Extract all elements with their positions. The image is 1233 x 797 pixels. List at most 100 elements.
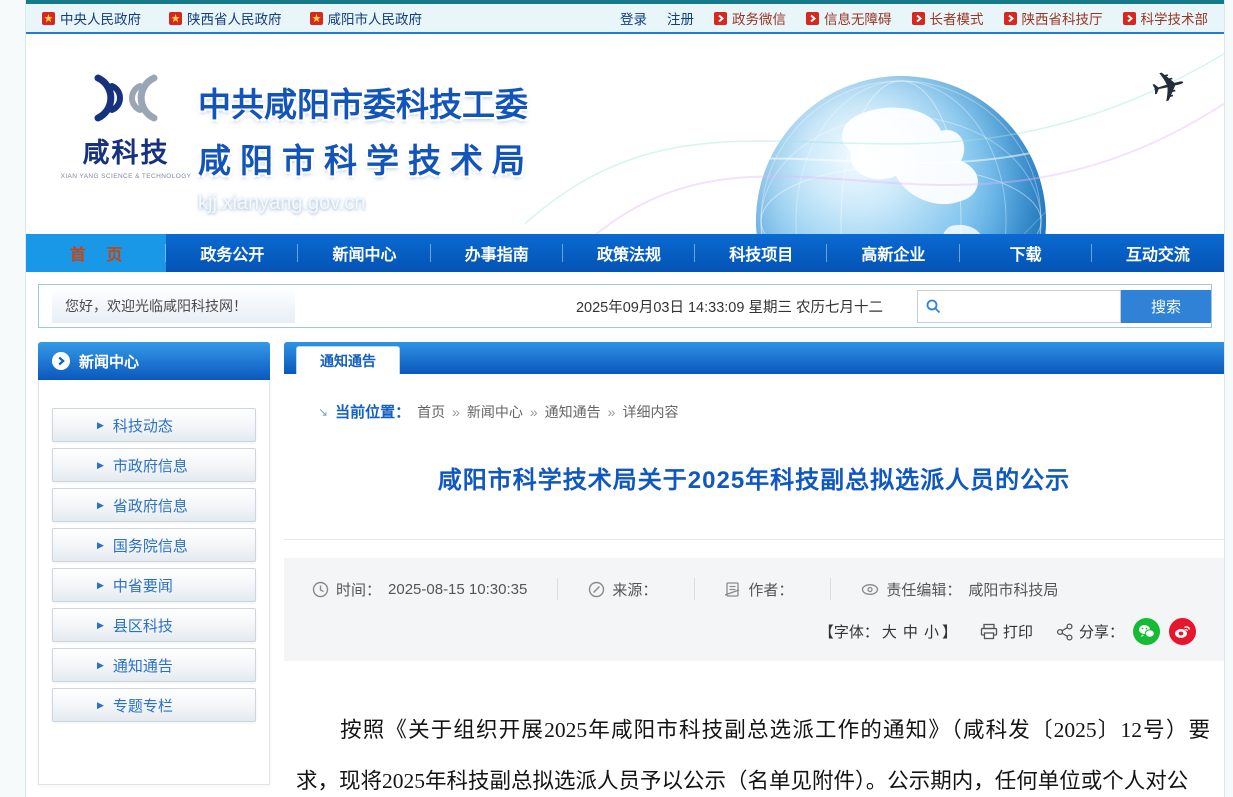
logo-text: 咸科技	[60, 131, 192, 170]
sidebar-item-label: 市政府信息	[113, 455, 188, 476]
sidebar-item-label: 专题专栏	[113, 695, 173, 716]
site-logo[interactable]: 咸科技 XIAN YANG SCIENCE & TECHNOLOGY	[60, 72, 192, 180]
breadcrumb-separator: »	[452, 404, 460, 420]
nav-item-policies[interactable]: 政策法规	[563, 234, 695, 272]
tab-notices[interactable]: 通知通告	[296, 346, 400, 374]
wechat-icon	[1138, 624, 1155, 639]
article-title: 咸阳市科学技术局关于2025年科技副总拟选派人员的公示	[284, 460, 1224, 495]
share-widget: 分享：	[1056, 621, 1124, 642]
gov-link-label: 咸阳市人民政府	[328, 8, 423, 28]
article-body-text: 按照《关于组织开展2025年咸阳市科技副总选派工作的通知》（咸科发〔2025〕1…	[296, 705, 1210, 797]
search-button[interactable]: 搜索	[1121, 290, 1211, 323]
meta-row-info: 时间： 2025-08-15 10:30:35 来源： 作者：	[312, 578, 1196, 600]
meta-time-value: 2025-08-15 10:30:35	[388, 581, 527, 598]
breadcrumb-separator: »	[530, 404, 538, 420]
meta-time-label: 时间：	[336, 579, 381, 600]
bullet-icon: ▶	[97, 420, 104, 431]
nav-item-hightech-enterprise[interactable]: 高新企业	[827, 234, 959, 272]
bullet-icon: ▶	[97, 580, 104, 591]
page-container: 中央人民政府 陕西省人民政府 咸阳市人民政府 登录 注册 政务微信 信息无障碍	[25, 0, 1225, 797]
nav-item-news-center[interactable]: 新闻中心	[298, 234, 430, 272]
nav-item-gov-disclosure[interactable]: 政务公开	[166, 234, 298, 272]
sidebar-item-central-province-news[interactable]: ▶中省要闻	[52, 568, 256, 602]
sidebar-item-special-columns[interactable]: ▶专题专栏	[52, 688, 256, 722]
meta-row-tools: 【字体：大中小】 打印 分享：	[312, 618, 1196, 645]
red-arrow-icon	[806, 12, 819, 25]
nav-item-home[interactable]: 首 页	[26, 234, 166, 272]
nav-item-downloads[interactable]: 下载	[960, 234, 1092, 272]
red-arrow-icon	[1004, 12, 1017, 25]
printer-icon	[980, 623, 998, 640]
sidebar-item-label: 县区科技	[113, 615, 173, 636]
breadcrumb-news-center[interactable]: 新闻中心	[467, 402, 523, 422]
content-tab-bar: 通知通告	[284, 342, 1224, 374]
sidebar-item-sci-trends[interactable]: ▶ 科技动态	[52, 408, 256, 442]
sidebar: 新闻中心 ▶科技动态 ▶市政府信息 ▶省政府信息 ▶国务院信息 ▶中省要闻 ▶县…	[38, 342, 270, 797]
search-input[interactable]	[947, 298, 1107, 314]
sidebar-panel: ▶科技动态 ▶市政府信息 ▶省政府信息 ▶国务院信息 ▶中省要闻 ▶县区科技 ▶…	[38, 380, 270, 785]
font-size-large[interactable]: 大	[882, 624, 897, 641]
link-central-gov[interactable]: 中央人民政府	[42, 8, 141, 28]
nav-item-sci-projects[interactable]: 科技项目	[695, 234, 827, 272]
meta-author: 作者：	[725, 578, 831, 600]
quick-link-label: 信息无障碍	[824, 8, 892, 28]
sidebar-item-state-council-info[interactable]: ▶国务院信息	[52, 528, 256, 562]
sidebar-item-county-sci-tech[interactable]: ▶县区科技	[52, 608, 256, 642]
airplane-graphic: ✈	[1145, 58, 1191, 114]
breadcrumb-separator: »	[608, 404, 616, 420]
logo-caption: XIAN YANG SCIENCE & TECHNOLOGY	[60, 173, 192, 180]
share-wechat-button[interactable]	[1133, 618, 1160, 645]
red-arrow-icon	[1123, 12, 1136, 25]
meta-time: 时间： 2025-08-15 10:30:35	[312, 578, 558, 600]
nav-item-interaction[interactable]: 互动交流	[1092, 234, 1224, 272]
red-arrow-icon	[912, 12, 925, 25]
globe-graphic	[756, 76, 1046, 234]
title-divider	[284, 539, 1224, 540]
sidebar-item-province-gov-info[interactable]: ▶省政府信息	[52, 488, 256, 522]
banner-title-line2: 咸阳市科学技术局	[198, 134, 534, 182]
nav-item-service-guide[interactable]: 办事指南	[431, 234, 563, 272]
red-arrow-icon	[714, 12, 727, 25]
logo-wave-icon	[76, 72, 176, 124]
search-input-wrap	[917, 290, 1121, 323]
search-box: 搜索	[917, 290, 1211, 323]
bullet-icon: ▶	[97, 460, 104, 471]
circle-arrow-icon	[52, 352, 70, 370]
sidebar-item-city-gov-info[interactable]: ▶ 市政府信息	[52, 448, 256, 482]
bullet-icon: ▶	[97, 500, 104, 511]
font-size-medium[interactable]: 中	[903, 624, 918, 641]
link-xianyang-gov[interactable]: 咸阳市人民政府	[310, 8, 423, 28]
sidebar-item-notices[interactable]: ▶通知通告	[52, 648, 256, 682]
sidebar-header-label: 新闻中心	[79, 351, 139, 372]
breadcrumb-label: 当前位置：	[335, 401, 410, 422]
print-label: 打印	[1003, 621, 1033, 642]
login-link[interactable]: 登录	[620, 8, 647, 28]
breadcrumb-home[interactable]: 首页	[417, 402, 445, 422]
banner-title-line1: 中共咸阳市委科技工委	[198, 78, 534, 126]
pen-circle-icon	[588, 581, 605, 598]
meta-source-label: 来源：	[612, 579, 657, 600]
share-weibo-button[interactable]	[1169, 618, 1196, 645]
bullet-icon: ▶	[97, 660, 104, 671]
clock-icon	[312, 581, 329, 598]
site-banner: ✈ 咸科技 XIAN YANG SCIENCE & TECHNOLOGY 中共咸…	[26, 34, 1224, 234]
link-gov-wechat[interactable]: 政务微信	[714, 8, 786, 28]
font-size-prefix: 【字体：	[819, 624, 879, 641]
link-accessibility[interactable]: 信息无障碍	[806, 8, 892, 28]
link-shaanxi-st-dept[interactable]: 陕西省科技厅	[1004, 8, 1103, 28]
national-emblem-icon	[42, 11, 55, 26]
print-button[interactable]: 打印	[980, 621, 1033, 642]
gov-link-label: 中央人民政府	[60, 8, 141, 28]
font-size-widget: 【字体：大中小】	[819, 621, 957, 642]
register-link[interactable]: 注册	[667, 8, 694, 28]
topbar-right: 登录 注册 政务微信 信息无障碍 长者模式 陕西省科技厅 科学技术部	[620, 8, 1208, 28]
link-shaanxi-gov[interactable]: 陕西省人民政府	[169, 8, 282, 28]
breadcrumb-notices[interactable]: 通知通告	[545, 402, 601, 422]
quick-link-label: 长者模式	[930, 8, 984, 28]
link-most[interactable]: 科学技术部	[1123, 8, 1209, 28]
font-size-suffix: 】	[942, 624, 957, 641]
eye-icon	[861, 582, 879, 597]
sidebar-item-label: 科技动态	[113, 415, 173, 436]
font-size-small[interactable]: 小	[924, 624, 939, 641]
link-elder-mode[interactable]: 长者模式	[912, 8, 984, 28]
